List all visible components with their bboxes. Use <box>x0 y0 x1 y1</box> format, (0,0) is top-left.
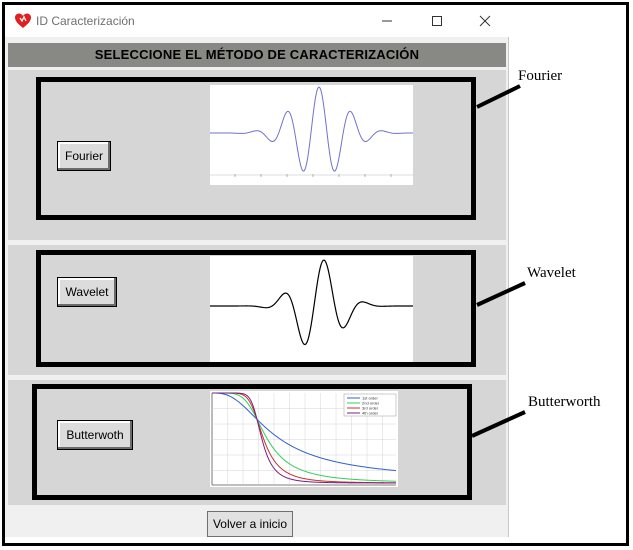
butterworth-plot: 1st order2nd order3rd order4th order <box>211 392 397 486</box>
fourier-wave-plot <box>210 86 418 177</box>
title-bar: ID Caracterización <box>5 5 509 37</box>
fourier-button[interactable]: Fourier <box>57 141 111 171</box>
app-window: ID Caracterización SELECCIONE EL MÉTODO … <box>5 5 509 537</box>
window-title: ID Caracterización <box>36 14 135 28</box>
footer: Volver a inicio <box>8 505 506 537</box>
close-button[interactable] <box>465 9 505 33</box>
butterworth-callout-label: Butterworth <box>528 394 601 410</box>
butterworth-legend-label: 4th order <box>362 411 379 416</box>
wavelet-callout-label: Wavelet <box>527 265 576 281</box>
fourier-wave-image <box>210 85 418 185</box>
wavelet-panel: Wavelet <box>8 245 506 375</box>
page-header: SELECCIONE EL MÉTODO DE CARACTERIZACIÓN <box>8 43 506 67</box>
fourier-wave-line <box>210 86 413 172</box>
minimize-icon <box>382 20 392 22</box>
back-to-start-button[interactable]: Volver a inicio <box>207 511 293 537</box>
maximize-icon <box>432 16 442 26</box>
red-heart-icon <box>15 13 31 28</box>
butterworth-response-image: 1st order 2nd order 3rd order 4th order <box>210 391 398 487</box>
wavelet-line <box>210 259 413 346</box>
close-icon <box>479 15 491 27</box>
fourier-panel: Fourier <box>8 70 506 240</box>
maximize-button[interactable] <box>417 9 457 33</box>
butterworth-button[interactable]: Butterwoth <box>57 420 133 450</box>
minimize-button[interactable] <box>367 9 407 33</box>
wavelet-image <box>210 256 413 362</box>
wavelet-plot <box>210 259 413 346</box>
fourier-callout-label: Fourier <box>518 68 563 84</box>
butterworth-panel: Butterwoth 1st order 2nd order 3rd order 4t… <box>8 380 506 505</box>
wavelet-button[interactable]: Wavelet <box>57 277 117 307</box>
